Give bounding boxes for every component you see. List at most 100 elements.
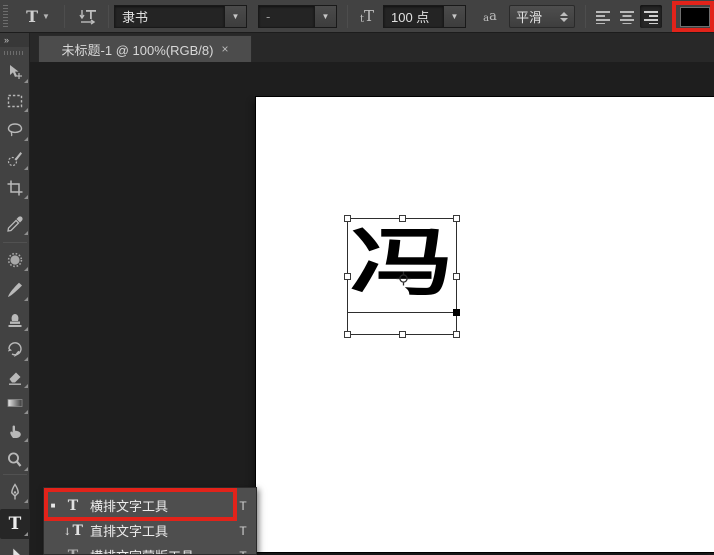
- font-style-select[interactable]: - ▼: [258, 5, 337, 28]
- flyout-indicator: [24, 467, 28, 471]
- transform-handle-mid-right[interactable]: [453, 273, 460, 280]
- menu-item-shortcut: T: [230, 524, 256, 538]
- font-size-select[interactable]: 100 点 ▼: [383, 5, 466, 28]
- transform-handle-bottom-center[interactable]: [399, 331, 406, 338]
- divider: [347, 5, 348, 28]
- flyout-indicator: [24, 327, 28, 331]
- menu-item-horizontal-type-mask-tool[interactable]: T 横排文字蒙版工具 T: [44, 543, 256, 555]
- menu-item-shortcut: T: [230, 499, 256, 513]
- type-tool-icon: T: [9, 516, 22, 533]
- flyout-indicator: [24, 297, 28, 301]
- horizontal-type-mask-icon: T: [62, 548, 84, 555]
- clone-stamp-tool[interactable]: [0, 306, 30, 334]
- divider: [64, 5, 65, 28]
- flyout-indicator: [24, 384, 28, 388]
- document-tab[interactable]: 未标题-1 @ 100%(RGB/8) ×: [38, 35, 252, 62]
- toolbar-collapse-button[interactable]: »: [0, 33, 29, 47]
- flyout-indicator: [24, 137, 28, 141]
- pen-tool[interactable]: [0, 478, 30, 506]
- align-center-button[interactable]: [616, 5, 638, 28]
- anti-alias-select[interactable]: 平滑: [509, 5, 575, 28]
- current-tool-indicator: ■: [44, 501, 62, 510]
- toolbar-separator: [3, 242, 27, 243]
- tab-close-icon[interactable]: ×: [221, 43, 228, 55]
- rectangular-marquee-tool[interactable]: [0, 87, 30, 115]
- move-tool[interactable]: [0, 58, 30, 86]
- toolbar-grip[interactable]: [4, 51, 25, 55]
- flyout-indicator: [24, 410, 28, 414]
- menu-item-label: 直排文字工具: [90, 521, 230, 540]
- eraser-tool[interactable]: [0, 363, 30, 391]
- font-size-icon: tT: [355, 4, 379, 29]
- flyout-indicator: [24, 532, 28, 536]
- flyout-indicator: [24, 79, 28, 83]
- options-bar-grip[interactable]: [3, 5, 8, 28]
- flyout-indicator: [24, 499, 28, 503]
- flyout-indicator: [24, 195, 28, 199]
- crop-tool[interactable]: [0, 174, 30, 202]
- quick-selection-tool[interactable]: [0, 145, 30, 173]
- flyout-indicator: [24, 166, 28, 170]
- font-size-dropdown-button[interactable]: ▼: [443, 5, 466, 28]
- font-family-dropdown-button[interactable]: ▼: [224, 5, 247, 28]
- font-family-select[interactable]: 隶书 ▼: [114, 5, 247, 28]
- flyout-indicator: [24, 357, 28, 361]
- transform-handle-top-left[interactable]: [344, 215, 351, 222]
- toolbar-separator: [3, 474, 27, 475]
- horizontal-type-icon: T: [62, 498, 84, 514]
- type-tool-flyout-menu: ■ T 横排文字工具 T ↓T 直排文字工具 T T 横排文字蒙版工具 T: [43, 487, 257, 555]
- vertical-type-icon: ↓T: [62, 523, 84, 539]
- text-orientation-icon: [77, 8, 99, 26]
- menu-item-vertical-type-tool[interactable]: ↓T 直排文字工具 T: [44, 518, 256, 543]
- flyout-indicator: [24, 108, 28, 112]
- lasso-tool[interactable]: [0, 116, 30, 144]
- text-baseline-line: [348, 312, 456, 313]
- tool-preset-picker[interactable]: T ▼: [16, 4, 60, 29]
- font-style-dropdown-button[interactable]: ▼: [314, 5, 337, 28]
- transform-handle-mid-left[interactable]: [344, 273, 351, 280]
- font-size-value: 100 点: [391, 7, 429, 26]
- divider: [585, 5, 586, 28]
- flyout-indicator: [24, 267, 28, 271]
- toggle-text-orientation-button[interactable]: [72, 5, 104, 29]
- transform-handle-top-center[interactable]: [399, 215, 406, 222]
- transform-handle-top-right[interactable]: [453, 215, 460, 222]
- eyedropper-tool[interactable]: [0, 210, 30, 238]
- transform-bounding-box[interactable]: [347, 218, 457, 335]
- dodge-tool[interactable]: [0, 446, 30, 474]
- align-right-icon: [643, 10, 659, 24]
- text-color-swatch[interactable]: [680, 7, 710, 27]
- divider: [108, 5, 109, 28]
- document-tab-title: 未标题-1 @ 100%(RGB/8): [62, 40, 214, 59]
- transform-handle-bottom-right[interactable]: [453, 331, 460, 338]
- align-center-icon: [619, 10, 635, 24]
- document-canvas[interactable]: [256, 97, 714, 552]
- gradient-tool[interactable]: [0, 389, 30, 417]
- history-brush-tool[interactable]: [0, 336, 30, 364]
- photoshop-window: T ▼ 隶书 ▼ -: [0, 0, 714, 555]
- menu-item-horizontal-type-tool[interactable]: ■ T 横排文字工具 T: [44, 493, 256, 518]
- align-left-button[interactable]: [592, 5, 614, 28]
- font-family-value: 隶书: [122, 7, 148, 26]
- anti-alias-icon: aa: [478, 4, 502, 29]
- baseline-handle[interactable]: [453, 309, 460, 316]
- menu-item-shortcut: T: [230, 549, 256, 555]
- brush-tool[interactable]: [0, 276, 30, 304]
- type-tool-icon: T: [26, 7, 38, 26]
- menu-item-label: 横排文字工具: [90, 496, 230, 515]
- horizontal-type-tool[interactable]: T: [0, 509, 30, 539]
- smudge-tool[interactable]: [0, 417, 30, 445]
- font-style-value: -: [266, 9, 270, 24]
- transform-handle-bottom-left[interactable]: [344, 331, 351, 338]
- anti-alias-value: 平滑: [516, 7, 542, 26]
- options-bar: T ▼ 隶书 ▼ -: [0, 0, 714, 33]
- path-selection-tool[interactable]: [0, 541, 30, 555]
- flyout-indicator: [24, 231, 28, 235]
- align-right-button[interactable]: [640, 5, 662, 28]
- reference-point-icon: [396, 271, 411, 286]
- chevron-down-icon: ▼: [42, 12, 50, 21]
- text-alignment-group: [592, 5, 662, 28]
- menu-item-label: 横排文字蒙版工具: [90, 546, 230, 555]
- align-left-icon: [595, 10, 611, 24]
- spot-healing-brush-tool[interactable]: [0, 246, 30, 274]
